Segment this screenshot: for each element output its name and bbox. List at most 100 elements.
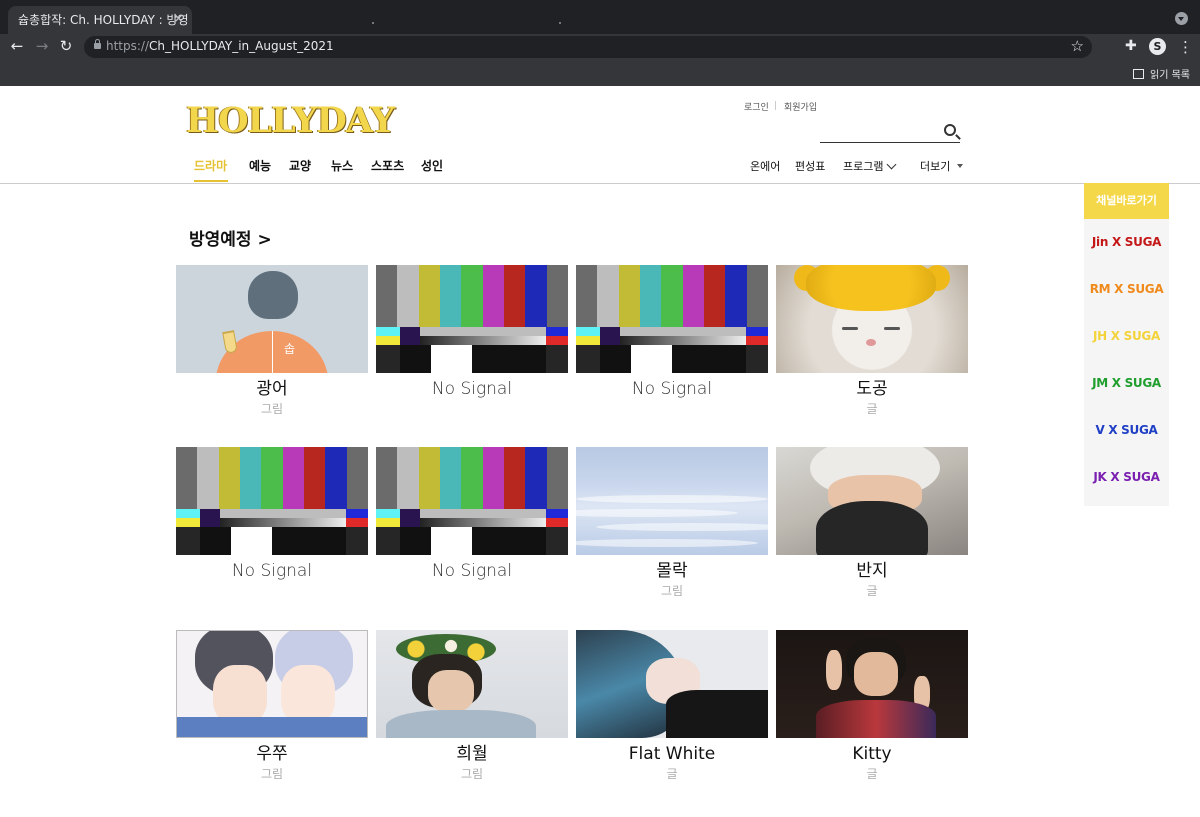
program-card[interactable]: No Signal — [576, 265, 768, 400]
login-link[interactable]: 로그인 — [744, 100, 769, 113]
program-card[interactable]: 솝 광어 그림 — [176, 265, 368, 417]
card-subtitle: 그림 — [460, 767, 484, 781]
program-card[interactable]: 반지 글 — [776, 447, 968, 599]
color-bar-stripe — [503, 447, 526, 509]
color-bar-stripe — [482, 265, 504, 327]
color-bar-stripe — [439, 265, 462, 327]
channel-link[interactable]: JM X SUGA — [1084, 360, 1169, 407]
gnb-drama[interactable]: 드라마 — [194, 157, 227, 174]
search-input[interactable] — [820, 142, 960, 143]
color-bar-stripe — [546, 265, 568, 327]
thumbnail-sea[interactable] — [576, 447, 768, 555]
menu-onair[interactable]: 온에어 — [750, 158, 780, 174]
menu-schedule[interactable]: 편성표 — [795, 158, 825, 174]
color-bar-stripe — [397, 265, 419, 327]
jacket — [816, 700, 936, 738]
thumbnail-color-bars[interactable] — [376, 447, 568, 555]
color-bars-midband — [576, 327, 768, 345]
face-left — [213, 665, 267, 725]
color-bar-stripe — [525, 447, 547, 509]
signup-link[interactable]: 회원가입 — [784, 100, 817, 113]
program-card[interactable]: 희월 그림 — [376, 630, 568, 782]
browser-tab[interactable]: 슙총합작: Ch. HOLLYDAY : 방영 ✕ — [8, 6, 192, 34]
color-bars-pluge — [176, 527, 368, 555]
thumbnail-flatfish[interactable]: 솝 — [176, 265, 368, 373]
gnb-education[interactable]: 교양 — [289, 157, 311, 174]
browser-menu-icon[interactable]: ⋮ — [1178, 38, 1193, 56]
search-icon[interactable] — [944, 124, 956, 136]
channel-shortcut-panel: 채널바로가기 Jin X SUGA RM X SUGA JH X SUGA JM X … — [1084, 183, 1169, 506]
channel-link[interactable]: V X SUGA — [1084, 407, 1169, 454]
hand-left — [826, 650, 842, 690]
program-card[interactable]: Flat White 글 — [576, 630, 768, 782]
black-mask — [816, 501, 928, 555]
close-tab-icon[interactable]: ✕ — [173, 6, 184, 34]
color-bar-stripe — [482, 447, 504, 509]
channel-link[interactable]: JH X SUGA — [1084, 313, 1169, 360]
black-sleeve — [666, 690, 768, 738]
color-bar-stripe — [597, 265, 619, 327]
address-bar[interactable]: https://Ch_HOLLYDAY_in_August_2021 ☆ — [84, 36, 1092, 58]
color-bar-stripe — [376, 265, 398, 327]
back-arrow-icon[interactable]: ← — [7, 37, 27, 55]
gnb-adult[interactable]: 성인 — [421, 157, 443, 174]
channel-link[interactable]: JK X SUGA — [1084, 454, 1169, 501]
url-text: https://Ch_HOLLYDAY_in_August_2021 — [106, 39, 334, 53]
section-title[interactable]: 방영예정 > — [189, 225, 272, 250]
gnb-entertainment[interactable]: 예능 — [249, 157, 271, 174]
channel-link[interactable]: Jin X SUGA — [1084, 219, 1169, 266]
program-card[interactable]: No Signal — [376, 447, 568, 582]
card-subtitle: 글 — [866, 767, 878, 781]
program-card[interactable]: No Signal — [376, 265, 568, 400]
reload-icon[interactable]: ↻ — [56, 37, 76, 55]
blue-shirt — [177, 717, 367, 737]
gnb-news[interactable]: 뉴스 — [331, 157, 353, 174]
color-bar-stripe — [639, 265, 662, 327]
menu-more-label: 더보기 — [920, 160, 951, 173]
menu-program[interactable]: 프로그램 — [843, 158, 897, 174]
reading-list-label: 읽기 목록 — [1150, 70, 1190, 81]
browser-chrome: 슙총합작: Ch. HOLLYDAY : 방영 ✕ ← → ↻ https://… — [0, 0, 1200, 86]
card-subtitle: 그림 — [260, 402, 284, 416]
face — [854, 652, 898, 696]
reading-list-button[interactable]: 읽기 목록 — [1133, 66, 1190, 81]
thumbnail-color-bars[interactable] — [376, 265, 568, 373]
color-bar-stripe — [746, 265, 768, 327]
color-bar-stripe — [661, 265, 683, 327]
gnb-sports[interactable]: 스포츠 — [371, 157, 404, 174]
forward-arrow-icon[interactable]: → — [32, 37, 52, 55]
bookmark-star-icon[interactable]: ☆ — [1071, 37, 1084, 55]
program-card[interactable]: No Signal — [176, 447, 368, 582]
face-right — [281, 665, 335, 725]
thumbnail-couple[interactable] — [176, 630, 368, 738]
extensions-puzzle-icon[interactable]: ✚ — [1125, 38, 1137, 54]
program-card[interactable]: 몰락 그림 — [576, 447, 768, 599]
card-title: 도공 — [856, 379, 888, 399]
card-subtitle: 그림 — [660, 584, 684, 598]
program-card[interactable]: 우쭈 그림 — [176, 630, 368, 782]
site-logo[interactable]: HOLLYDAY — [186, 100, 395, 141]
channel-link[interactable]: RM X SUGA — [1084, 266, 1169, 313]
thumbnail-mask[interactable] — [776, 447, 968, 555]
caret-down-icon — [957, 164, 964, 168]
menu-more[interactable]: 더보기 — [920, 158, 964, 174]
card-title: 희월 — [456, 744, 488, 764]
menu-program-label: 프로그램 — [843, 160, 884, 173]
active-gnb-underline — [194, 180, 228, 182]
url-scheme: https:// — [106, 39, 150, 53]
profile-avatar-icon[interactable] — [1149, 38, 1166, 55]
program-card[interactable]: Kitty 글 — [776, 630, 968, 782]
thumbnail-color-bars[interactable] — [176, 447, 368, 555]
thumbnail-peace[interactable] — [776, 630, 968, 738]
channel-list: Jin X SUGA RM X SUGA JH X SUGA JM X SUGA V X… — [1084, 219, 1169, 501]
program-card[interactable]: 도공 글 — [776, 265, 968, 417]
thumbnail-flowers[interactable] — [376, 630, 568, 738]
knitted-hat — [806, 265, 936, 311]
tab-search-icon[interactable] — [1175, 12, 1188, 25]
thumbnail-cat[interactable] — [776, 265, 968, 373]
header-divider — [0, 183, 1200, 184]
thumbnail-color-bars[interactable] — [576, 265, 768, 373]
thumbnail-blue-hair[interactable] — [576, 630, 768, 738]
card-subtitle: 글 — [666, 767, 678, 781]
illustration-zipper — [272, 331, 273, 373]
